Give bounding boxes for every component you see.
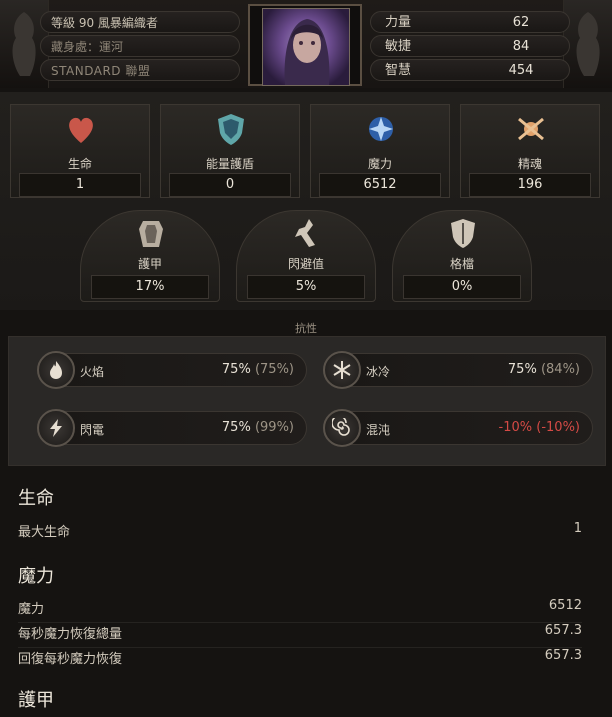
resistances-title: 抗性 xyxy=(295,322,317,335)
armour-icon xyxy=(139,221,163,247)
section-title-mana: 魔力 xyxy=(18,566,54,587)
defence-name: 閃避值 xyxy=(287,257,324,271)
resistance-name: 閃電 xyxy=(80,423,105,437)
chaos-icon xyxy=(323,409,361,447)
attribute-value: 454 xyxy=(508,63,534,78)
stat-label: 最大生命 xyxy=(18,525,71,540)
pool-name: 能量護盾 xyxy=(205,157,254,171)
pool-value: 0 xyxy=(169,173,291,197)
pool-value: 6512 xyxy=(319,173,441,197)
league-label: STANDARD 聯盟 xyxy=(40,59,240,81)
heart-icon xyxy=(69,117,93,143)
stat-row-max-life: 最大生命 1 xyxy=(18,521,582,540)
stat-value: 6512 xyxy=(548,598,582,613)
attribute-label: 力量 xyxy=(385,15,412,30)
evasion-icon xyxy=(295,219,315,247)
gargoyle-statue-right xyxy=(563,0,612,88)
attribute-intelligence: 智慧 454 xyxy=(370,59,570,81)
pool-name: 魔力 xyxy=(367,157,392,171)
pool-tile-life[interactable]: 生命 1 xyxy=(10,104,150,198)
resistance-name: 火焰 xyxy=(80,365,105,379)
stat-label: 魔力 xyxy=(18,602,45,617)
attribute-dexterity: 敏捷 84 xyxy=(370,35,570,57)
resistance-name: 冰冷 xyxy=(366,365,391,379)
resistance-value: 75% (84%) xyxy=(507,362,580,377)
resistance-name: 混沌 xyxy=(366,423,391,437)
lightning-icon xyxy=(37,409,75,447)
resistance-cold: 冰冷 75% (84%) xyxy=(335,353,593,387)
defence-name: 格檔 xyxy=(449,257,474,271)
mana-icon xyxy=(369,117,393,141)
level-class-label: 等級 90 風暴編織者 xyxy=(40,11,240,33)
attribute-strength: 力量 62 xyxy=(370,11,570,33)
stat-row-mana: 魔力 6512 xyxy=(18,598,582,617)
section-title-life: 生命 xyxy=(18,488,54,509)
attribute-value: 62 xyxy=(512,15,530,30)
cold-icon xyxy=(323,351,361,389)
pool-name: 生命 xyxy=(67,157,92,171)
defence-value: 5% xyxy=(247,275,365,299)
stat-value: 1 xyxy=(573,521,582,536)
defence-tile-block[interactable]: 格檔 0% xyxy=(392,210,532,302)
stat-row-mana-regen-total: 每秒魔力恢復總量 657.3 xyxy=(18,622,582,642)
defence-tile-armour[interactable]: 護甲 17% xyxy=(80,210,220,302)
stat-row-mana-recovery: 回復每秒魔力恢復 657.3 xyxy=(18,647,582,667)
stat-value: 657.3 xyxy=(544,648,582,663)
section-title-armour: 護甲 xyxy=(18,690,54,711)
character-portrait[interactable] xyxy=(262,8,350,86)
stat-label: 每秒魔力恢復總量 xyxy=(18,627,123,642)
spirit-icon xyxy=(518,117,544,141)
pool-value: 196 xyxy=(469,173,591,197)
attribute-label: 敏捷 xyxy=(385,39,412,54)
pool-tile-mana[interactable]: 魔力 6512 xyxy=(310,104,450,198)
resistance-lightning: 閃電 75% (99%) xyxy=(49,411,307,445)
resistance-chaos: 混沌 -10% (-10%) xyxy=(335,411,593,445)
fire-icon xyxy=(37,351,75,389)
pool-tile-spirit[interactable]: 精魂 196 xyxy=(460,104,600,198)
defence-value: 0% xyxy=(403,275,521,299)
resistance-value: 75% (75%) xyxy=(221,362,294,377)
block-icon xyxy=(451,219,475,248)
defence-value: 17% xyxy=(91,275,209,299)
stat-value: 657.3 xyxy=(544,623,582,638)
pool-tile-energy-shield[interactable]: 能量護盾 0 xyxy=(160,104,300,198)
defence-tile-evasion[interactable]: 閃避值 5% xyxy=(236,210,376,302)
defence-name: 護甲 xyxy=(137,257,162,271)
stat-tiles-area: 生命 1 能量護盾 0 魔力 6512 精魂 196 護甲 17% 閃避值 5%… xyxy=(0,92,612,310)
resistance-value: -10% (-10%) xyxy=(498,420,580,435)
hideout-label: 藏身處：運河 xyxy=(40,35,240,57)
attribute-value: 84 xyxy=(512,39,530,54)
character-header: 等級 90 風暴編織者 藏身處：運河 STANDARD 聯盟 力量 62 敏捷 … xyxy=(0,0,612,88)
stat-label: 回復每秒魔力恢復 xyxy=(18,652,123,667)
attribute-label: 智慧 xyxy=(385,63,412,78)
energy-shield-icon xyxy=(218,114,244,145)
resistances-panel: 火焰 75% (75%) 冰冷 75% (84%) 閃電 75% (99%) 混… xyxy=(8,336,606,466)
pool-value: 1 xyxy=(19,173,141,197)
resistance-value: 75% (99%) xyxy=(221,420,294,435)
resistance-fire: 火焰 75% (75%) xyxy=(49,353,307,387)
pool-name: 精魂 xyxy=(517,157,542,171)
